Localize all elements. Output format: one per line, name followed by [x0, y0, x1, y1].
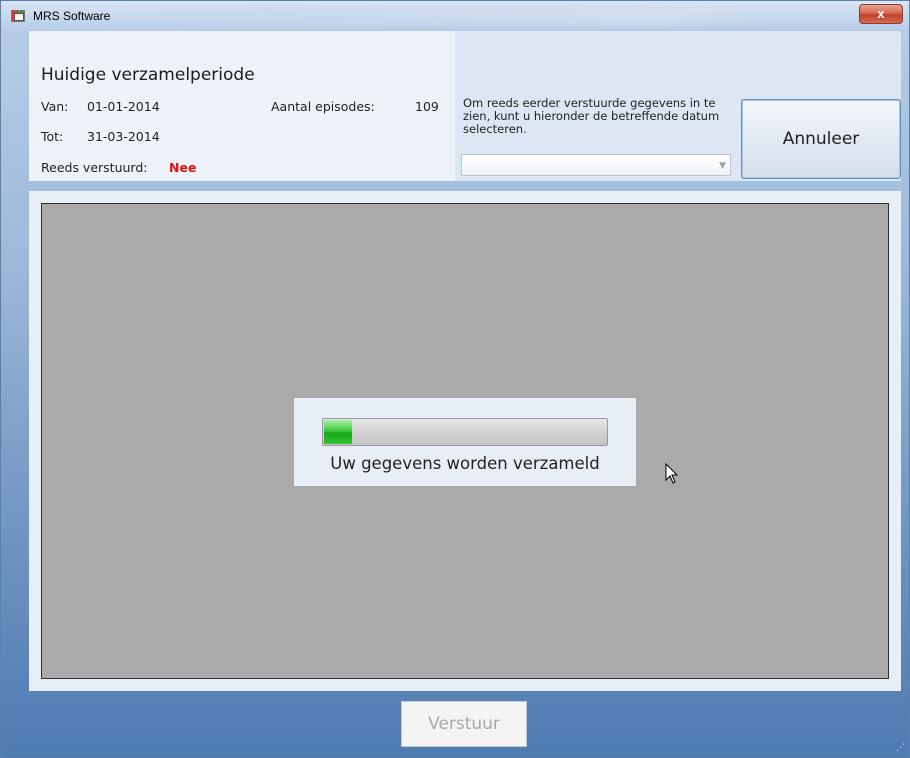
sent-label: Reeds verstuurd:: [41, 160, 148, 175]
title-bar: MRS Software x: [1, 1, 909, 31]
content-frame: Uw gegevens worden verzameld: [29, 191, 901, 691]
app-icon: [11, 10, 25, 22]
progress-bar-fill: [324, 420, 352, 444]
resize-grip-icon[interactable]: ⋰: [896, 744, 905, 753]
period-title: Huidige verzamelperiode: [41, 65, 255, 85]
history-panel: Om reeds eerder verstuurde gegevens in t…: [455, 31, 901, 181]
tot-value: 31-03-2014: [87, 129, 160, 144]
tot-label: Tot:: [41, 129, 64, 144]
episodes-value: 109: [415, 99, 439, 114]
chevron-down-icon: ▼: [719, 161, 726, 171]
content-area: Uw gegevens worden verzameld: [41, 203, 889, 679]
progress-message: Uw gegevens worden verzameld: [330, 454, 600, 473]
progress-bar: [322, 418, 608, 446]
verstuur-button[interactable]: Verstuur: [401, 701, 527, 747]
collection-period-panel: Huidige verzamelperiode Van: 01-01-2014 …: [29, 31, 455, 181]
close-button[interactable]: x: [859, 4, 903, 24]
van-label: Van:: [41, 99, 69, 114]
main-window: MRS Software x Huidige verzamelperiode V…: [0, 0, 910, 758]
history-info-text: Om reeds eerder verstuurde gegevens in t…: [463, 96, 720, 136]
close-icon: x: [877, 6, 885, 21]
history-date-select[interactable]: ▼: [461, 154, 731, 176]
episodes-label: Aantal episodes:: [271, 99, 375, 114]
progress-dialog: Uw gegevens worden verzameld: [294, 398, 636, 486]
sent-value: Nee: [169, 160, 197, 175]
van-value: 01-01-2014: [87, 99, 160, 114]
mouse-cursor-icon: [665, 463, 679, 484]
annuleer-button[interactable]: Annuleer: [741, 99, 901, 179]
window-title: MRS Software: [33, 9, 111, 23]
